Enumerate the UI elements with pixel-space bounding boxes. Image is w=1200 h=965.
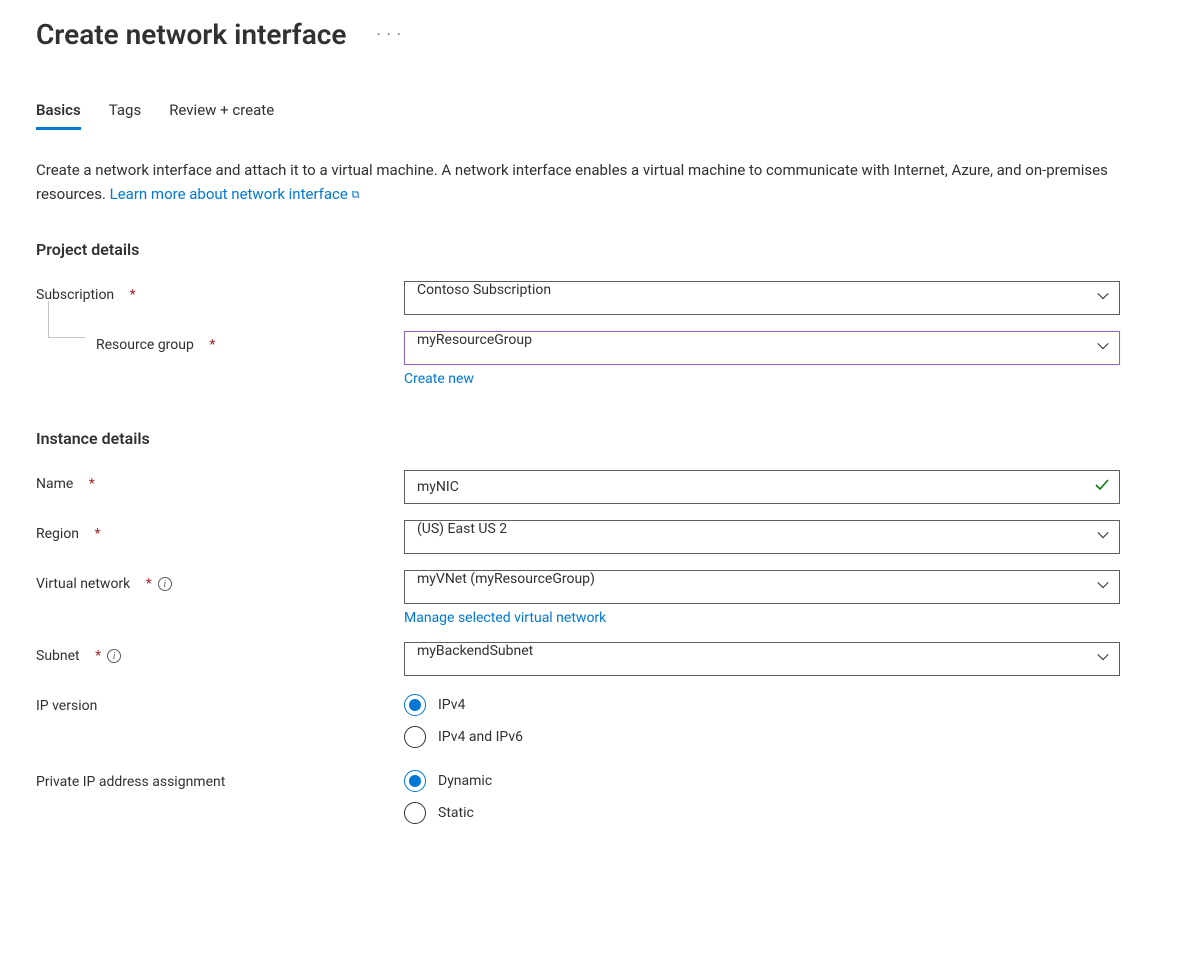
info-icon[interactable]: i [107, 649, 121, 663]
tab-basics[interactable]: Basics [36, 101, 81, 130]
section-title-project: Project details [36, 240, 1164, 259]
input-name[interactable] [404, 470, 1120, 504]
radio-ipv4-ipv6[interactable]: IPv4 and IPv6 [404, 726, 1120, 748]
info-icon[interactable]: i [158, 577, 172, 591]
radio-dynamic[interactable]: Dynamic [404, 770, 1120, 792]
manage-vnet-link[interactable]: Manage selected virtual network [404, 610, 606, 626]
label-resource-group: Resource group * [36, 331, 404, 353]
more-icon[interactable]: · · · [376, 25, 401, 44]
select-subscription[interactable]: Contoso Subscription [404, 281, 1120, 315]
tab-tags[interactable]: Tags [109, 101, 141, 130]
learn-more-link[interactable]: Learn more about network interface ⧉ [110, 185, 360, 203]
label-private-ip: Private IP address assignment [36, 768, 404, 790]
select-subnet[interactable]: myBackendSubnet [404, 642, 1120, 676]
tabs-bar: Basics Tags Review + create [36, 101, 1164, 130]
select-resource-group[interactable]: myResourceGroup [404, 331, 1120, 365]
external-link-icon: ⧉ [352, 188, 360, 201]
label-subnet: Subnet * i [36, 642, 404, 664]
tab-review-create[interactable]: Review + create [169, 101, 274, 130]
label-subscription: Subscription * [36, 281, 404, 303]
label-region: Region * [36, 520, 404, 542]
label-virtual-network: Virtual network * i [36, 570, 404, 592]
label-ip-version: IP version [36, 692, 404, 714]
select-region[interactable]: (US) East US 2 [404, 520, 1120, 554]
radio-static[interactable]: Static [404, 802, 1120, 824]
select-virtual-network[interactable]: myVNet (myResourceGroup) [404, 570, 1120, 604]
radio-ipv4[interactable]: IPv4 [404, 694, 1120, 716]
page-title: Create network interface [36, 18, 346, 51]
intro-text: Create a network interface and attach it… [36, 158, 1136, 206]
create-new-link[interactable]: Create new [404, 371, 474, 387]
section-title-instance: Instance details [36, 429, 1164, 448]
label-name: Name * [36, 470, 404, 492]
